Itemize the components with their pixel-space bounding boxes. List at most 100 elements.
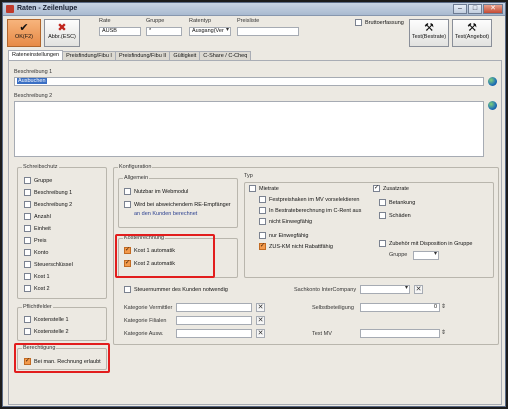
checkbox-box[interactable] [24, 316, 31, 323]
cb-steuerschluessel[interactable]: Steuerschlüssel [24, 261, 73, 268]
beschreibung1-input[interactable]: Ausbuchen [14, 77, 484, 86]
cb-nutzbar-webmodul[interactable]: Nutzbar im Webmodul [124, 188, 188, 195]
cb-kost1[interactable]: Kost 1 [24, 273, 50, 280]
cb-label: ZUS-KM nicht Rabattfähig [269, 243, 333, 250]
clear-icon[interactable]: ✕ [256, 329, 265, 338]
checkbox-box[interactable] [259, 232, 266, 239]
cb-zus-km[interactable]: ZUS-KM nicht Rabattfähig [259, 242, 333, 250]
cb-beschreibung2[interactable]: Beschreibung 2 [24, 201, 72, 208]
checkbox-box[interactable] [259, 242, 266, 250]
sachkonto-select[interactable] [360, 285, 410, 294]
cb-beschreibung1[interactable]: Beschreibung 1 [24, 189, 72, 196]
cb-einheit[interactable]: Einheit [24, 225, 51, 232]
beschreibung2-textarea[interactable] [14, 101, 484, 157]
sachkonto-label: Sachkonto InterCompany [294, 287, 357, 293]
checkbox-box[interactable] [24, 261, 31, 268]
test-angebot-button[interactable]: ⚒ Test(Angebot) [452, 19, 492, 47]
kat-vermittler-input[interactable] [176, 303, 252, 312]
spinner-icon[interactable]: ⇕ [440, 303, 447, 312]
tab-c-share[interactable]: C-Share / C-Cheq [199, 51, 252, 60]
spinner-icon[interactable]: ⇕ [440, 329, 447, 338]
cancel-button[interactable]: ✖ Abbr.(ESC) [44, 19, 80, 47]
checkbox-box[interactable] [259, 207, 266, 214]
checkbox-box[interactable] [24, 285, 31, 292]
clear-icon[interactable]: ✕ [414, 285, 423, 294]
checkbox-box[interactable] [379, 240, 386, 247]
cb-steuernummer[interactable]: Steuernummer des Kunden notwendig [124, 286, 228, 293]
cb-konto[interactable]: Konto [24, 249, 48, 256]
cb-schaeden[interactable]: Schäden [379, 212, 411, 219]
checkbox-box[interactable] [24, 273, 31, 280]
checkbox-box[interactable] [259, 196, 266, 203]
tab-gueltigkeit[interactable]: Gültigkeit [169, 51, 201, 60]
checkbox-box[interactable] [24, 189, 31, 196]
checkbox-box[interactable] [249, 185, 256, 192]
test-bestrate-button[interactable]: ⚒ Test(Bestrate) [409, 19, 449, 47]
globe-icon[interactable] [488, 101, 497, 110]
tab-preisfindung-fibu-1[interactable]: Preisfindung/Fibu I [62, 51, 116, 60]
rate-label: Rate [99, 18, 111, 24]
globe-icon[interactable] [488, 77, 497, 86]
ratentyp-select[interactable]: Ausgang(Ver [189, 27, 231, 36]
title-bar: Raten - Zeilenlupe – □ ✕ [3, 3, 505, 16]
selbstbeteiligung-input[interactable]: 0 [360, 303, 440, 312]
kat-auswert-input[interactable] [176, 329, 252, 338]
checkbox-box[interactable] [24, 201, 31, 208]
cb-label: Zubehör mit Disposition in Gruppe [389, 240, 473, 247]
checkbox-box[interactable] [24, 213, 31, 220]
cb-betankung[interactable]: Betankung [379, 199, 415, 206]
checkbox-box[interactable] [124, 188, 131, 195]
cb-zubehoer[interactable]: Zubehör mit Disposition in Gruppe [379, 240, 472, 247]
cb-preis[interactable]: Preis [24, 237, 47, 244]
checkbox-box[interactable] [355, 19, 362, 26]
checkbox-box[interactable] [124, 286, 131, 293]
cb-kostenstelle1[interactable]: Kostenstelle 1 [24, 316, 69, 323]
clear-icon[interactable]: ✕ [256, 316, 265, 325]
beschreibung2-label: Beschreibung 2 [14, 93, 53, 99]
minimize-button[interactable]: – [453, 4, 467, 14]
checkbox-box[interactable] [379, 212, 386, 219]
cb-kostenstelle2[interactable]: Kostenstelle 2 [24, 328, 69, 335]
tab-preisfindung-fibu-2[interactable]: Preisfindung/Fibu II [114, 51, 171, 60]
cb-anzahl[interactable]: Anzahl [24, 213, 51, 220]
tab-rateneinstellungen[interactable]: Rateneinstellungen [8, 50, 64, 60]
ok-button[interactable]: ✔ OK(F2) [7, 19, 41, 47]
cb-nicht-einwegfaehig[interactable]: nicht Einwegfähig [259, 218, 312, 225]
kat-filialen-input[interactable] [176, 316, 252, 325]
checkbox-box[interactable] [259, 218, 266, 225]
cb-label: Konto [34, 249, 49, 256]
gruppe-input[interactable]: * [146, 27, 182, 36]
checkbox-box[interactable] [379, 199, 386, 206]
test-angebot-label: Test(Angebot) [454, 34, 490, 40]
cb-nur-einwegfaehig[interactable]: nur Einwegfähig [259, 232, 308, 239]
cb-kost2[interactable]: Kost 2 [24, 285, 50, 292]
clear-icon[interactable]: ✕ [256, 303, 265, 312]
cb-mietrate[interactable]: Mietrate [249, 185, 279, 192]
checkbox-box[interactable] [24, 225, 31, 232]
checkbox-box[interactable] [124, 201, 131, 208]
rate-input[interactable]: AUSB [99, 27, 141, 36]
brutto-checkbox[interactable]: Bruttoerfassung [355, 19, 404, 26]
test-bestrate-label: Test(Bestrate) [411, 34, 447, 40]
checkbox-box[interactable] [24, 177, 31, 184]
cb-festpreishaken[interactable]: Festpreishaken im MV vorselektieren [259, 196, 359, 203]
gruppe-label: Gruppe [146, 18, 165, 24]
cb-zusatzrate[interactable]: ✓ Zusatzrate [373, 185, 409, 192]
cb-label: Gruppe [34, 177, 53, 184]
close-button[interactable]: ✕ [483, 4, 503, 14]
cb-bestrateberechnung[interactable]: In Bestrateberechnung im C-Rent aus [259, 207, 361, 214]
cb-abweichender-empfaenger[interactable]: Wird bei abweichendem RE-Empfänger [124, 201, 231, 208]
cb-gruppe[interactable]: Gruppe [24, 177, 52, 184]
checkbox-box[interactable]: ✓ [373, 185, 380, 192]
checkbox-box[interactable] [24, 328, 31, 335]
cb-label: Kostenstelle 2 [34, 328, 69, 335]
preisliste-input[interactable] [237, 27, 299, 36]
checkbox-box[interactable] [24, 237, 31, 244]
highlight-box [14, 343, 110, 373]
checkbox-box[interactable] [24, 249, 31, 256]
cb-label: Schäden [389, 212, 411, 219]
cb-label: nur Einwegfähig [269, 232, 309, 239]
maximize-button[interactable]: □ [468, 4, 482, 14]
zubehoer-gruppe-select[interactable] [413, 251, 439, 260]
text-mv-input[interactable] [360, 329, 440, 338]
